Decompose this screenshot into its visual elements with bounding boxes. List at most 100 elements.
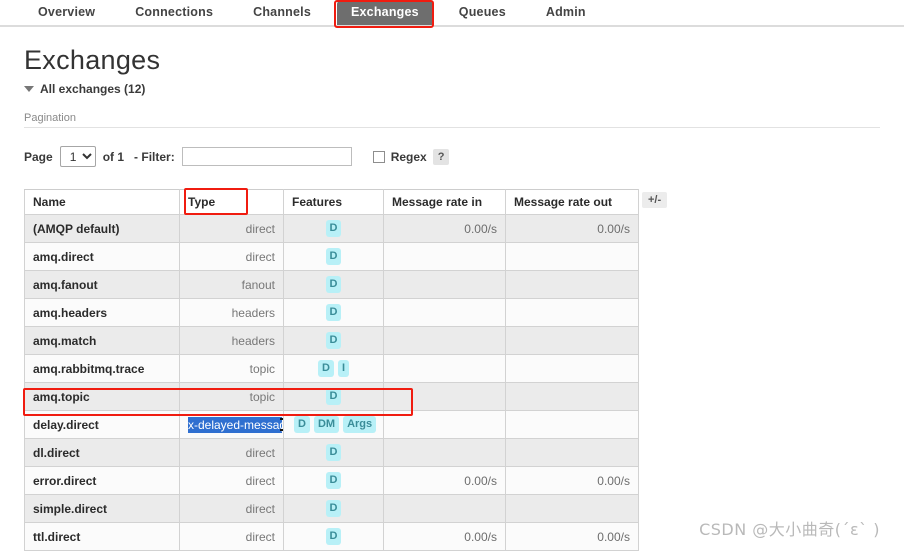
feature-badge-args[interactable]: Args (343, 416, 377, 433)
cell-message-rate-out (505, 382, 639, 411)
table-row[interactable]: amq.fanout fanout D (24, 270, 639, 299)
feature-badge-d[interactable]: D (325, 388, 342, 405)
table-row[interactable]: dl.direct direct D (24, 438, 639, 467)
cell-exchange-name[interactable]: amq.match (24, 326, 180, 355)
filter-input[interactable] (181, 147, 352, 166)
nav-tab-connections[interactable]: Connections (121, 1, 227, 25)
cell-exchange-type[interactable]: direct (179, 242, 284, 271)
cell-features: D (283, 298, 384, 327)
page-select[interactable]: 1 (59, 146, 96, 167)
filter-label: - Filter: (134, 149, 175, 164)
feature-badge-dm[interactable]: DM (313, 416, 340, 433)
regex-help-icon[interactable]: ? (432, 148, 450, 165)
table-row[interactable]: ttl.direct direct D 0.00/s 0.00/s (24, 522, 639, 551)
feature-badge-d[interactable]: D (325, 248, 342, 265)
cell-message-rate-in: 0.00/s (383, 522, 506, 551)
table-row[interactable]: simple.direct direct D (24, 494, 639, 523)
nav-tab-channels[interactable]: Channels (239, 1, 325, 25)
cell-message-rate-in (383, 410, 506, 439)
cell-exchange-name[interactable]: error.direct (24, 466, 180, 495)
table-row[interactable]: delay.direct x-delayed-message DDMArgs (24, 410, 639, 439)
pagination-section: Pagination Page 1 of 1 - Filter: Regex ? (24, 112, 880, 167)
cell-features: D (283, 466, 384, 495)
feature-badge-d[interactable]: D (325, 500, 342, 517)
cell-message-rate-in (383, 270, 506, 299)
cell-exchange-type[interactable]: headers (179, 326, 284, 355)
cell-message-rate-in: 0.00/s (383, 214, 506, 243)
table-row[interactable]: amq.direct direct D (24, 242, 639, 271)
table-row[interactable]: amq.rabbitmq.trace topic D I (24, 354, 639, 383)
cell-exchange-name[interactable]: amq.fanout (24, 270, 180, 299)
pagination-controls: Page 1 of 1 - Filter: Regex ? (24, 146, 880, 167)
cell-features: D (283, 438, 384, 467)
exchanges-table: Name Type Features Message rate in Messa… (24, 189, 639, 551)
exchanges-table-area: Name Type Features Message rate in Messa… (23, 188, 880, 551)
cell-exchange-type[interactable]: direct (179, 214, 284, 243)
chevron-down-icon (24, 86, 34, 92)
cell-exchange-name[interactable]: amq.rabbitmq.trace (24, 354, 180, 383)
nav-tab-admin[interactable]: Admin (532, 1, 600, 25)
feature-badge-d[interactable]: D (325, 276, 342, 293)
nav-tab-queues[interactable]: Queues (445, 1, 520, 25)
feature-badge-d[interactable]: D (325, 304, 342, 321)
column-header-message-rate-out[interactable]: Message rate out (505, 189, 639, 215)
cell-exchange-name[interactable]: delay.direct (24, 410, 180, 439)
cell-message-rate-in (383, 382, 506, 411)
nav-tab-list: Overview Connections Channels Exchanges Queu… (24, 1, 612, 25)
nav-tab-exchanges[interactable]: Exchanges (336, 1, 433, 25)
table-row[interactable]: amq.match headers D (24, 326, 639, 355)
table-row[interactable]: error.direct direct D 0.00/s 0.00/s (24, 466, 639, 495)
cell-exchange-type[interactable]: direct (179, 438, 284, 467)
column-header-type[interactable]: Type (179, 189, 284, 215)
cell-exchange-name[interactable]: simple.direct (24, 494, 180, 523)
all-exchanges-toggle[interactable]: All exchanges (12) (24, 82, 145, 96)
exchanges-table-body: (AMQP default) direct D 0.00/s 0.00/s amq.dir… (24, 214, 639, 551)
cell-exchange-name[interactable]: amq.headers (24, 298, 180, 327)
cell-exchange-type[interactable]: direct (179, 522, 284, 551)
cell-exchange-name[interactable]: ttl.direct (24, 522, 180, 551)
cell-exchange-name[interactable]: amq.direct (24, 242, 180, 271)
regex-label: Regex (390, 149, 427, 164)
page-title: Exchanges (24, 45, 161, 75)
cell-exchange-type[interactable]: headers (179, 298, 284, 327)
table-row[interactable]: amq.headers headers D (24, 298, 639, 327)
cell-message-rate-in (383, 354, 506, 383)
feature-badge-d[interactable]: D (325, 332, 342, 349)
column-header-name[interactable]: Name (24, 189, 180, 215)
cell-exchange-name[interactable]: (AMQP default) (24, 214, 180, 243)
regex-checkbox[interactable] (372, 150, 385, 163)
cell-message-rate-out (505, 354, 639, 383)
cell-exchange-type[interactable]: direct (179, 466, 284, 495)
feature-badge-d[interactable]: D (294, 416, 310, 433)
feature-badge-d[interactable]: D (325, 220, 342, 237)
cell-exchange-name[interactable]: amq.topic (24, 382, 180, 411)
column-header-features: Features (283, 189, 384, 215)
feature-badge-d[interactable]: D (325, 528, 342, 545)
cell-message-rate-in (383, 438, 506, 467)
exchanges-table-head: Name Type Features Message rate in Messa… (24, 189, 639, 215)
cell-exchange-type[interactable]: topic (179, 354, 284, 383)
cell-exchange-type[interactable]: direct (179, 494, 284, 523)
cell-message-rate-out (505, 494, 639, 523)
cell-exchange-type[interactable]: fanout (179, 270, 284, 299)
cell-message-rate-in: 0.00/s (383, 466, 506, 495)
column-toggle-button[interactable]: +/- (642, 192, 668, 208)
nav-tab-overview[interactable]: Overview (24, 1, 109, 25)
cell-message-rate-in (383, 242, 506, 271)
selected-type-text[interactable]: x-delayed-message (188, 416, 282, 433)
cell-message-rate-out (505, 270, 639, 299)
cell-exchange-type[interactable]: x-delayed-message (179, 410, 284, 439)
regex-control: Regex ? (372, 148, 450, 165)
feature-badge-i[interactable]: I (337, 360, 349, 377)
main-navigation: Overview Connections Channels Exchanges Queu… (0, 0, 904, 28)
column-header-message-rate-in[interactable]: Message rate in (383, 189, 506, 215)
cell-exchange-name[interactable]: dl.direct (24, 438, 180, 467)
feature-badge-d[interactable]: D (325, 472, 342, 489)
feature-badge-d[interactable]: D (325, 444, 342, 461)
table-row[interactable]: (AMQP default) direct D 0.00/s 0.00/s (24, 214, 639, 243)
feature-badge-d[interactable]: D (317, 360, 334, 377)
table-row[interactable]: amq.topic topic D (24, 382, 639, 411)
cell-features: D (283, 326, 384, 355)
cell-message-rate-out (505, 298, 639, 327)
cell-exchange-type[interactable]: topic (179, 382, 284, 411)
